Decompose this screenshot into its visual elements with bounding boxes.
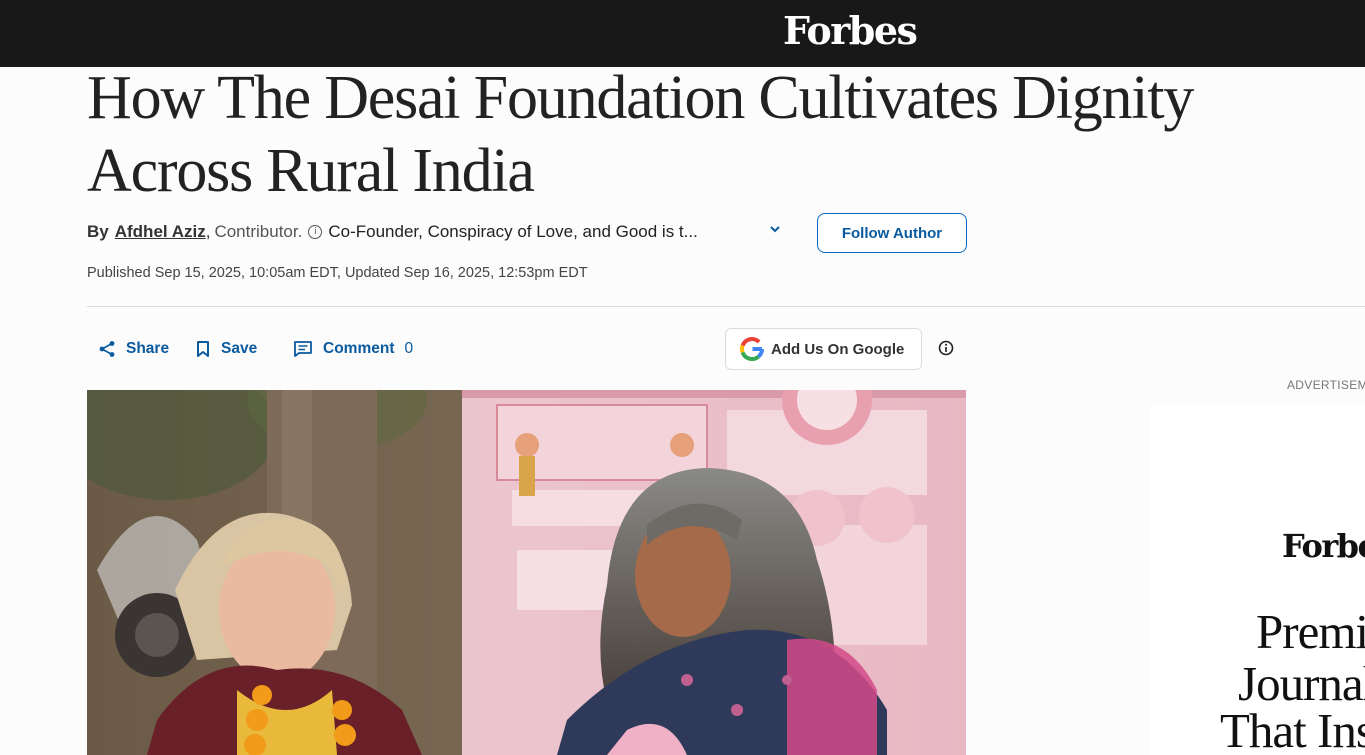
google-icon [740,337,764,361]
share-icon [99,341,115,357]
info-icon[interactable] [938,340,954,356]
top-navigation-bar: Forbes [0,0,1365,67]
byline: By Afdhel Aziz , Contributor. i Co-Found… [87,220,698,244]
comment-icon [294,341,312,357]
ad-headline-line: That Inspires [1220,703,1365,755]
contributor-info-icon[interactable]: i [308,225,323,239]
forbes-logo[interactable]: Forbes [783,8,918,53]
advertisement-box[interactable]: Forbes Premium Journalism That Inspires [1150,405,1365,755]
author-role: Contributor. [214,222,303,241]
advertisement-label: ADVERTISEMENT [1287,378,1365,392]
share-button[interactable]: Share [98,337,169,361]
expand-bio-chevron-down-icon[interactable] [768,222,786,242]
add-us-on-google-button[interactable]: Add Us On Google [725,328,922,370]
ad-forbes-logo: Forbes [1282,527,1365,565]
comment-label: Comment [323,340,395,357]
comment-button[interactable]: Comment 0 [293,337,413,361]
ad-headline-line: Premium [1256,604,1365,659]
comment-count: 0 [404,340,414,357]
follow-author-button[interactable]: Follow Author [817,213,967,253]
share-label: Share [126,340,170,357]
byline-comma: , [205,222,211,241]
divider [87,306,1365,307]
author-bio: Co-Founder, Conspiracy of Love, and Good… [328,222,698,241]
google-button-label: Add Us On Google [771,340,905,358]
bookmark-icon [197,341,209,357]
article-hero-image [87,390,966,755]
author-link[interactable]: Afdhel Aziz [115,222,206,242]
article-headline: How The Desai Foundation Cultivates Dign… [87,64,1194,205]
byline-prefix: By [87,222,109,241]
publish-date: Published Sep 15, 2025, 10:05am EDT, Upd… [87,265,588,281]
save-label: Save [221,340,258,357]
save-button[interactable]: Save [195,337,257,361]
